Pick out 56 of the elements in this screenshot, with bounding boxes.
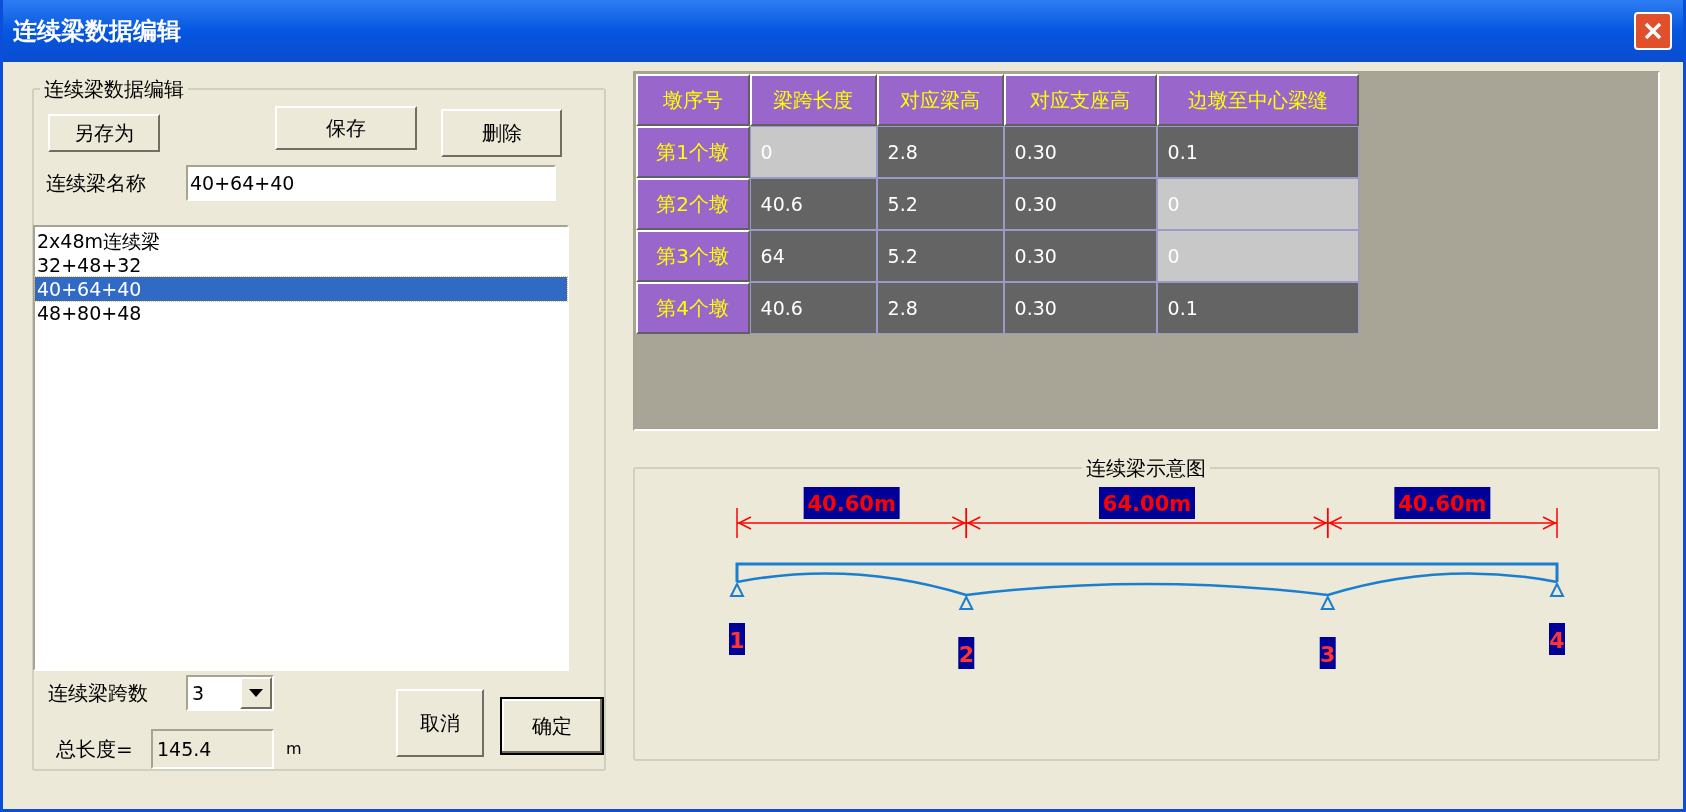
row-header: 第4个墩 [635,282,750,334]
dimension-label: 40.60m [803,487,900,519]
table-cell[interactable]: 5.2 [876,178,1004,230]
table-cell[interactable]: 0.30 [1003,230,1157,282]
column-header: 对应支座高 [1003,74,1157,126]
dimension-label: 40.60m [1393,487,1490,519]
support-number: 4 [1548,623,1565,655]
support-number: 2 [957,637,974,669]
table-cell[interactable]: 64 [749,230,877,282]
dialog-button[interactable]: 取消 [395,689,484,757]
column-header: 边墩至中心梁缝 [1156,74,1359,126]
row-header: 第3个墩 [635,230,750,282]
support-icon [1548,581,1565,597]
button[interactable]: 保存 [275,106,417,150]
table-cell[interactable]: 0.30 [1003,178,1157,230]
name-field[interactable]: 40+64+40 [186,165,556,201]
unit-label: m [286,738,302,760]
list-item[interactable]: 2x48m连续梁 [35,229,567,253]
support-icon [728,581,745,597]
table-cell[interactable]: 5.2 [876,230,1004,282]
group-title: 连续梁数据编辑 [43,76,185,103]
table-cell[interactable]: 40.6 [749,282,877,334]
support-icon [958,594,974,610]
table-cell[interactable]: 2.8 [876,282,1004,334]
list-item[interactable]: 32+48+32 [35,253,567,277]
span-count-dropdown[interactable]: 3 [186,675,274,711]
window-title: 连续梁数据编辑 [13,16,181,47]
dimension-label: 64.00m [1098,487,1195,519]
list-item[interactable]: 40+64+40 [35,277,567,301]
table-cell[interactable]: 0.1 [1156,126,1359,178]
close-button[interactable] [1634,12,1672,50]
table-cell[interactable]: 40.6 [749,178,877,230]
diagram-title: 连续梁示意图 [1085,455,1208,482]
close-icon [1643,21,1663,41]
table-cell[interactable]: 0.30 [1003,282,1157,334]
table-cell[interactable]: 0.1 [1156,282,1359,334]
name-label: 连续梁名称 [46,170,147,197]
column-header: 墩序号 [635,74,750,126]
support-number: 1 [728,623,745,655]
dialog-button[interactable]: 确定 [499,697,604,755]
list-item[interactable]: 48+80+48 [35,301,567,325]
table-cell[interactable]: 2.8 [876,126,1004,178]
table-cell[interactable]: 0.30 [1003,126,1157,178]
button[interactable]: 另存为 [48,114,160,152]
caret-icon [249,689,263,697]
total-length-label: 总长度= [56,736,134,763]
total-length-field: 145.4 [151,729,274,769]
span-count-label: 连续梁跨数 [48,680,149,707]
beam-list[interactable]: 2x48m连续梁 32+48+32 40+64+40 48+80+48 [33,225,569,671]
row-header: 第2个墩 [635,178,750,230]
column-header: 梁跨长度 [749,74,877,126]
column-header: 对应梁高 [876,74,1004,126]
support-number: 3 [1319,637,1336,669]
row-header: 第1个墩 [635,126,750,178]
support-icon [1319,594,1335,610]
button[interactable]: 删除 [441,109,562,157]
